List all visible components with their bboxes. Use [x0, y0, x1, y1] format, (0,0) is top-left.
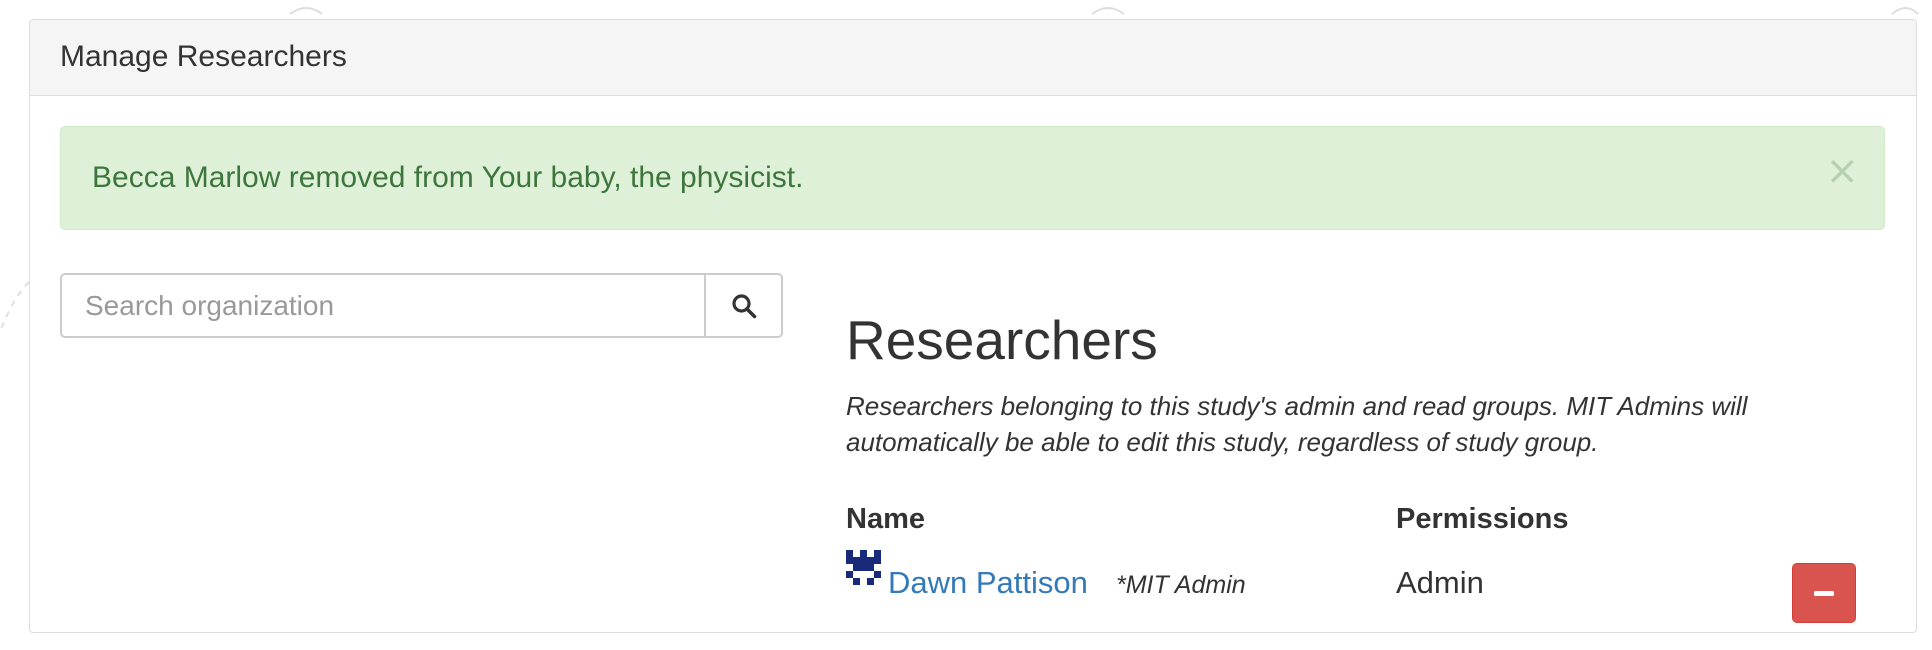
panel-heading: Manage Researchers — [30, 20, 1916, 96]
close-alert-button[interactable]: × — [1825, 151, 1859, 191]
search-button[interactable] — [706, 273, 783, 338]
panel-title: Manage Researchers — [60, 40, 347, 73]
researcher-name-link[interactable]: Dawn Pattison — [888, 565, 1088, 601]
minus-icon — [1814, 590, 1834, 596]
success-alert: Becca Marlow removed from Your baby, the… — [60, 126, 1885, 230]
researchers-heading: Researchers — [846, 309, 1158, 371]
organization-search — [60, 273, 783, 338]
column-header-name: Name — [846, 503, 925, 535]
column-header-permissions: Permissions — [1396, 503, 1569, 535]
researcher-permission: Admin — [1396, 565, 1484, 600]
remove-researcher-button[interactable] — [1792, 563, 1856, 623]
researcher-role-note: *MIT Admin — [1116, 571, 1246, 599]
alert-message: Becca Marlow removed from Your baby, the… — [92, 161, 804, 194]
search-input[interactable] — [60, 273, 706, 338]
researchers-description: Researchers belonging to this study's ad… — [846, 391, 1748, 457]
manage-researchers-panel: Manage Researchers Becca Marlow removed … — [29, 19, 1917, 633]
identicon-avatar — [846, 550, 881, 585]
search-icon — [731, 293, 756, 318]
